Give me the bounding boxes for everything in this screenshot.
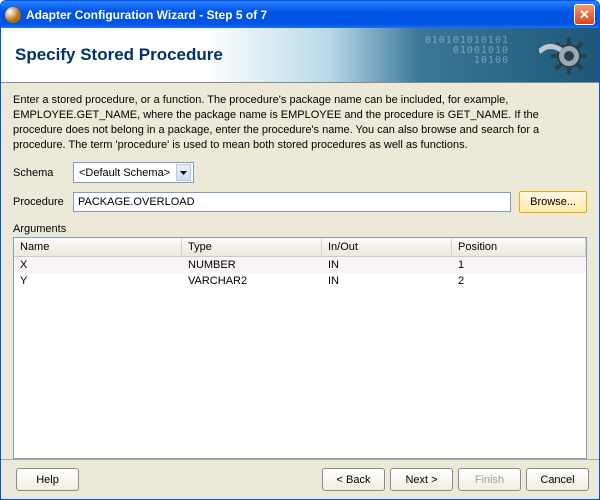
help-button[interactable]: Help: [16, 468, 79, 491]
cell-inout: IN: [322, 273, 452, 289]
footer: Help < Back Next > Finish Cancel: [1, 459, 599, 499]
cancel-button[interactable]: Cancel: [526, 468, 589, 491]
table-header: Name Type In/Out Position: [14, 238, 586, 257]
back-button[interactable]: < Back: [322, 468, 385, 491]
procedure-input[interactable]: [73, 192, 511, 212]
page-heading: Specify Stored Procedure: [15, 45, 223, 65]
cell-inout: IN: [322, 257, 452, 273]
schema-select[interactable]: <Default Schema>: [73, 162, 194, 183]
decorative-digits: 0101010101010100101010100: [425, 36, 509, 66]
arguments-label: Arguments: [13, 223, 587, 235]
content-area: Enter a stored procedure, or a function.…: [1, 83, 599, 459]
window-title: Adapter Configuration Wizard - Step 5 of…: [26, 8, 574, 22]
table-row[interactable]: Y VARCHAR2 IN 2: [14, 273, 586, 289]
close-button[interactable]: ✕: [574, 4, 595, 25]
app-icon: [5, 7, 21, 23]
schema-select-value: <Default Schema>: [79, 167, 170, 179]
close-icon: ✕: [579, 7, 590, 23]
banner: Specify Stored Procedure 010101010101010…: [1, 28, 599, 83]
procedure-label: Procedure: [13, 196, 73, 208]
browse-button[interactable]: Browse...: [519, 191, 587, 213]
schema-label: Schema: [13, 167, 73, 179]
titlebar: Adapter Configuration Wizard - Step 5 of…: [1, 1, 599, 28]
next-button[interactable]: Next >: [390, 468, 453, 491]
cell-position: 1: [452, 257, 586, 273]
cell-type: VARCHAR2: [182, 273, 322, 289]
col-header-inout[interactable]: In/Out: [322, 238, 452, 256]
table-row[interactable]: X NUMBER IN 1: [14, 257, 586, 273]
gear-icon: [539, 32, 587, 80]
col-header-type[interactable]: Type: [182, 238, 322, 256]
col-header-name[interactable]: Name: [14, 238, 182, 256]
wizard-window: Adapter Configuration Wizard - Step 5 of…: [0, 0, 600, 500]
arguments-table: Name Type In/Out Position X NUMBER IN 1 …: [13, 237, 587, 459]
intro-text: Enter a stored procedure, or a function.…: [13, 93, 587, 152]
cell-name: Y: [14, 273, 182, 289]
finish-button: Finish: [458, 468, 521, 491]
cell-name: X: [14, 257, 182, 273]
cell-position: 2: [452, 273, 586, 289]
cell-type: NUMBER: [182, 257, 322, 273]
col-header-position[interactable]: Position: [452, 238, 586, 256]
dropdown-arrow-icon: [176, 164, 191, 181]
